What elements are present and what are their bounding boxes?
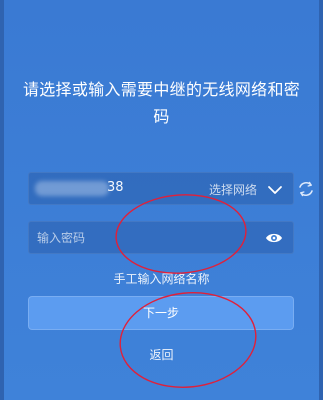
page-title: 请选择或输入需要中继的无线网络和密码 (22, 80, 301, 126)
chevron-down-icon[interactable] (267, 182, 283, 198)
wifi-select-field[interactable]: 38 选择网络 (28, 172, 294, 205)
relay-setup-screen: 请选择或输入需要中继的无线网络和密码 38 选择网络 手工输入网络名称 下一步 … (0, 0, 323, 400)
eye-icon[interactable] (265, 231, 283, 245)
wifi-name-redaction (35, 181, 109, 196)
right-edge (319, 0, 323, 400)
manual-entry-link[interactable]: 手工输入网络名称 (0, 270, 323, 287)
back-link[interactable]: 返回 (0, 346, 323, 363)
select-network-label[interactable]: 选择网络 (209, 181, 257, 198)
left-edge (0, 0, 4, 400)
password-field[interactable] (28, 221, 294, 254)
password-input[interactable] (37, 228, 257, 248)
wifi-name-value: 38 (107, 180, 124, 195)
next-button[interactable]: 下一步 (28, 296, 294, 330)
refresh-icon[interactable] (297, 180, 315, 198)
